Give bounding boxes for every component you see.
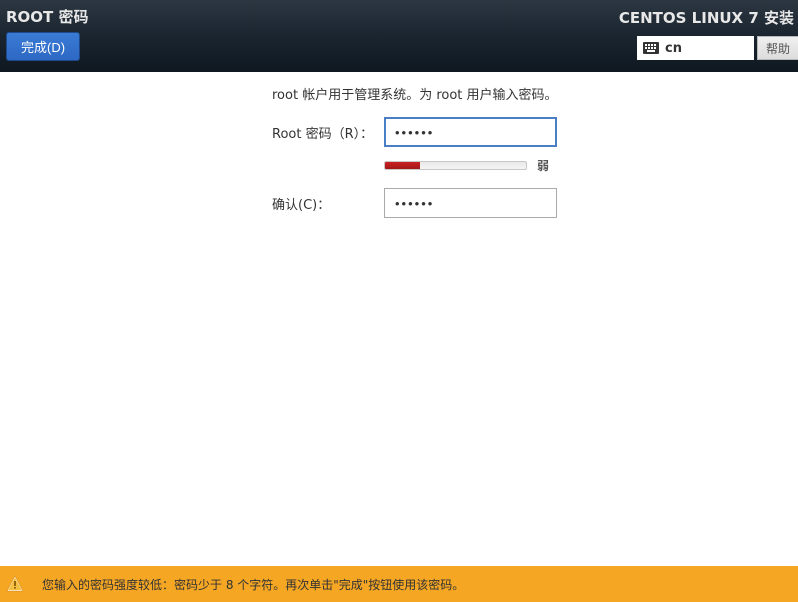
done-button[interactable]: 完成(D) [6, 32, 80, 61]
confirm-password-input[interactable] [384, 188, 557, 218]
warning-bar: 您输入的密码强度较低：密码少于 8 个字符。再次单击"完成"按钮使用该密码。 [0, 566, 798, 602]
warning-icon [6, 575, 24, 593]
help-button[interactable]: 帮助 [757, 36, 798, 60]
confirm-row: 确认(C)： [0, 188, 798, 218]
keyboard-icon [643, 42, 659, 54]
password-strength-meter [384, 161, 527, 170]
confirm-label: 确认(C)： [0, 194, 384, 213]
installer-title: CENTOS LINUX 7 安装 [619, 7, 794, 28]
header-bar: ROOT 密码 完成(D) CENTOS LINUX 7 安装 cn 帮助 [0, 0, 798, 72]
strength-row: 弱 [384, 157, 798, 174]
keyboard-layout-code: cn [665, 41, 682, 56]
warning-message: 您输入的密码强度较低：密码少于 8 个字符。再次单击"完成"按钮使用该密码。 [42, 576, 464, 593]
password-strength-fill [385, 162, 420, 169]
password-label: Root 密码（R）： [0, 123, 384, 142]
password-strength-label: 弱 [537, 157, 549, 174]
page-title: ROOT 密码 [6, 6, 89, 27]
password-row: Root 密码（R）： [0, 117, 798, 147]
keyboard-layout-indicator[interactable]: cn [637, 36, 754, 60]
description-text: root 帐户用于管理系统。为 root 用户输入密码。 [272, 84, 798, 103]
content-area: root 帐户用于管理系统。为 root 用户输入密码。 Root 密码（R）：… [0, 72, 798, 218]
root-password-input[interactable] [384, 117, 557, 147]
